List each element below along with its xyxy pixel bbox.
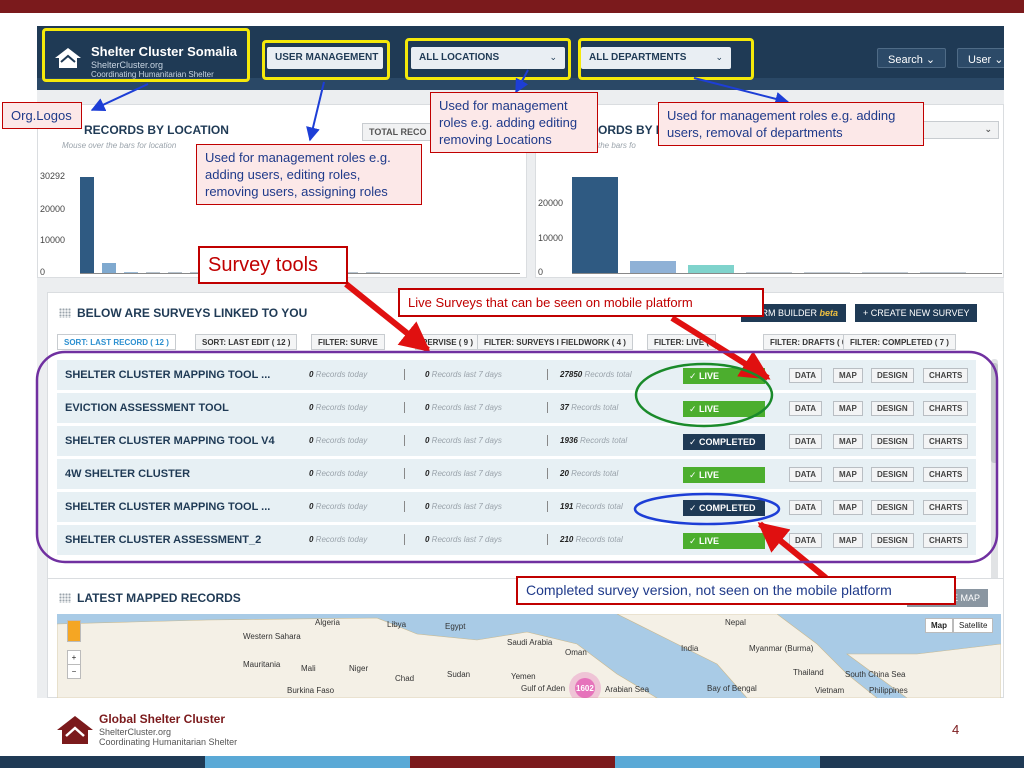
footer-org-name: Global Shelter Cluster [99, 712, 226, 726]
departments-annotation: Used for management roles e.g. adding us… [658, 102, 924, 146]
org-logos-annotation: Org.Logos [2, 102, 82, 129]
footer-tagline: Coordinating Humanitarian Shelter [99, 737, 238, 747]
survey-tools-annotation: Survey tools [198, 246, 348, 284]
locations-annotation: Used for management roles e.g. adding ed… [430, 92, 598, 153]
user-management-annotation: Used for management roles e.g. adding us… [196, 144, 422, 205]
global-shelter-cluster-logo-icon [57, 716, 93, 744]
live-surveys-annotation: Live Surveys that can be seen on mobile … [398, 288, 764, 317]
footer-site: ShelterCluster.org [99, 727, 172, 737]
completed-survey-annotation: Completed survey version, not seen on th… [516, 576, 956, 605]
page-number: 4 [952, 722, 960, 737]
slide: Shelter Cluster Somalia ShelterCluster.o… [0, 0, 1024, 768]
footer-color-strip [0, 756, 1024, 768]
